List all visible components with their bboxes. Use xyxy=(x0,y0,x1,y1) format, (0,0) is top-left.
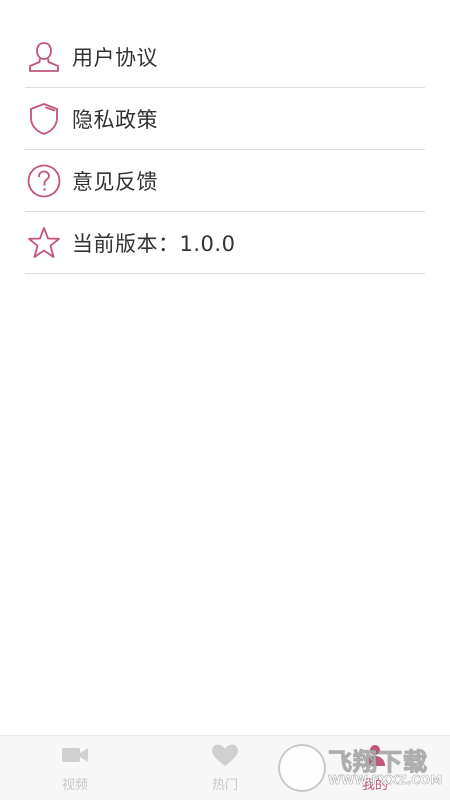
tab-label: 我的 xyxy=(361,778,388,793)
menu-item-version: 当前版本：1.0.0 xyxy=(25,212,425,274)
menu-item-label: 意见反馈 xyxy=(72,169,158,194)
menu-item-user-agreement[interactable]: 用户协议 xyxy=(25,26,425,88)
version-label: 当前版本：1.0.0 xyxy=(72,231,236,256)
profile-icon xyxy=(360,743,390,771)
heart-icon xyxy=(210,743,240,771)
question-icon xyxy=(25,162,63,200)
tab-hot[interactable]: 热门 xyxy=(150,736,300,800)
menu-item-privacy-policy[interactable]: 隐私政策 xyxy=(25,88,425,150)
menu-item-label: 隐私政策 xyxy=(72,107,158,132)
shield-icon xyxy=(25,100,63,138)
settings-page: 用户协议 隐私政策 意见反馈 当前版本：1.0.0 视频 热门 我的 飞翔下载 … xyxy=(0,0,450,800)
bottom-tab-bar: 视频 热门 我的 xyxy=(0,735,450,800)
video-camera-icon xyxy=(60,743,90,771)
tab-label: 视频 xyxy=(61,778,88,793)
menu-item-feedback[interactable]: 意见反馈 xyxy=(25,150,425,212)
tab-video[interactable]: 视频 xyxy=(0,736,150,800)
menu-item-label: 用户协议 xyxy=(72,45,158,70)
settings-menu: 用户协议 隐私政策 意见反馈 当前版本：1.0.0 xyxy=(25,26,425,274)
user-icon xyxy=(25,38,63,76)
tab-mine[interactable]: 我的 xyxy=(300,736,450,800)
star-icon xyxy=(25,224,63,262)
tab-label: 热门 xyxy=(211,778,238,793)
